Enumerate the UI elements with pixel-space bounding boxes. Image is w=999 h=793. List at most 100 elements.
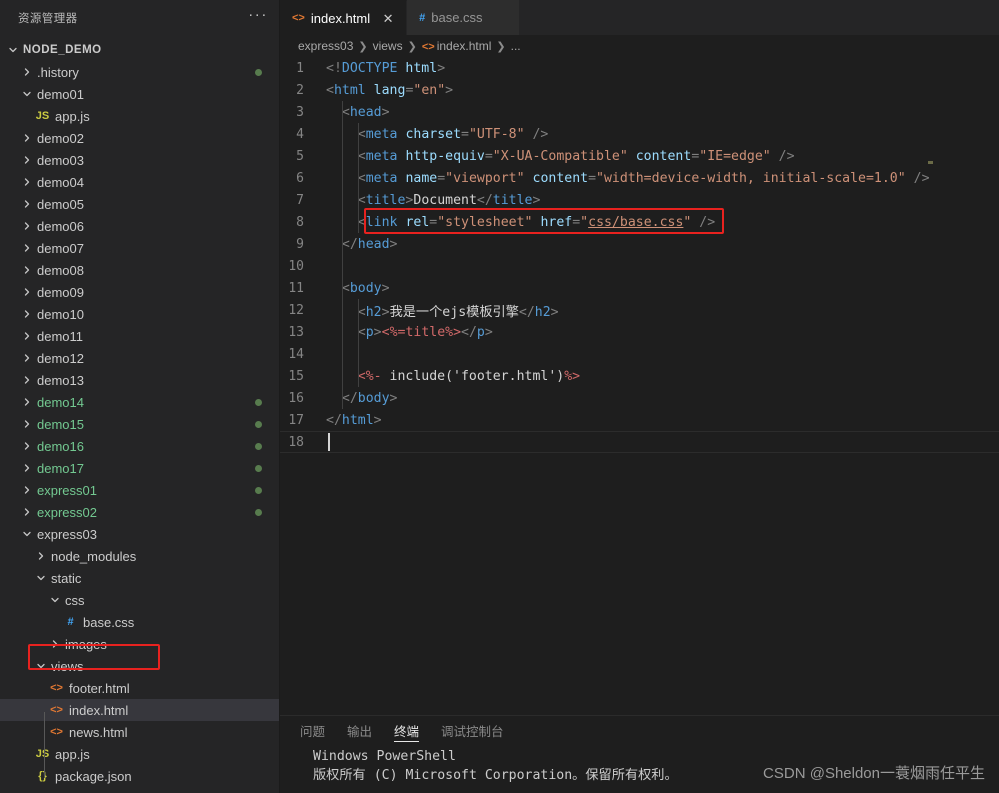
code-line-5[interactable]: 5 <meta http-equiv="X-UA-Compatible" con…	[280, 145, 999, 167]
tree-item-package-json[interactable]: {} package.json	[0, 765, 280, 787]
code-line-18[interactable]: 18	[280, 431, 999, 453]
chevron-right-icon[interactable]	[20, 149, 33, 171]
tree-item-demo09[interactable]: demo09	[0, 281, 280, 303]
chevron-right-icon[interactable]	[20, 215, 33, 237]
code-line-3[interactable]: 3 <head>	[280, 101, 999, 123]
chevron-right-icon[interactable]	[20, 369, 33, 391]
code-line-10[interactable]: 10	[280, 255, 999, 277]
chevron-right-icon[interactable]	[20, 171, 33, 193]
tree-item-static[interactable]: static	[0, 567, 280, 589]
code-line-8[interactable]: 8 <link rel="stylesheet" href="css/base.…	[280, 211, 999, 233]
tree-item-demo06[interactable]: demo06	[0, 215, 280, 237]
chevron-right-icon[interactable]	[20, 281, 33, 303]
code-token: include('footer.html')	[381, 368, 565, 384]
chevron-right-icon[interactable]	[20, 237, 33, 259]
tree-root-node-demo[interactable]: NODE_DEMO	[0, 39, 280, 61]
tree-item-demo12[interactable]: demo12	[0, 347, 280, 369]
tree-item-demo16[interactable]: demo16	[0, 435, 280, 457]
tree-item-demo13[interactable]: demo13	[0, 369, 280, 391]
breadcrumb-item----[interactable]: ...	[511, 39, 521, 53]
code-line-9[interactable]: 9 </head>	[280, 233, 999, 255]
code-line-1[interactable]: 1 <!DOCTYPE html>	[280, 57, 999, 79]
editor-tab-index-html[interactable]: <> index.html ✕	[280, 0, 408, 35]
code-line-2[interactable]: 2 <html lang="en">	[280, 79, 999, 101]
tree-item-node_modules[interactable]: node_modules	[0, 545, 280, 567]
tree-item-css[interactable]: css	[0, 589, 280, 611]
tree-item-demo17[interactable]: demo17	[0, 457, 280, 479]
tree-item-app-js[interactable]: JS app.js	[0, 105, 280, 127]
code-line-15[interactable]: 15 <%- include('footer.html')%>	[280, 365, 999, 387]
tree-item-express01[interactable]: express01	[0, 479, 280, 501]
chevron-right-icon[interactable]	[20, 501, 33, 523]
tree-item-index-html[interactable]: <> index.html	[0, 699, 280, 721]
panel-tab-终端[interactable]: 终端	[394, 716, 420, 745]
tree-item-demo02[interactable]: demo02	[0, 127, 280, 149]
tree-item-news-html[interactable]: <> news.html	[0, 721, 280, 743]
chevron-right-icon[interactable]	[20, 391, 33, 413]
chevron-right-icon[interactable]	[34, 545, 47, 567]
tree-item-demo08[interactable]: demo08	[0, 259, 280, 281]
code-line-16[interactable]: 16 </body>	[280, 387, 999, 409]
more-actions-icon[interactable]: ···	[248, 7, 268, 24]
code-line-11[interactable]: 11 <body>	[280, 277, 999, 299]
tree-item-demo03[interactable]: demo03	[0, 149, 280, 171]
chevron-right-icon[interactable]	[20, 61, 33, 83]
panel-tab-问题[interactable]: 问题	[300, 716, 325, 745]
chevron-right-icon[interactable]	[20, 347, 33, 369]
chevron-down-icon[interactable]	[48, 589, 61, 611]
chevron-right-icon[interactable]	[20, 457, 33, 479]
tree-item-demo04[interactable]: demo04	[0, 171, 280, 193]
tree-item-demo15[interactable]: demo15	[0, 413, 280, 435]
tree-item-demo05[interactable]: demo05	[0, 193, 280, 215]
code-line-4[interactable]: 4 <meta charset="UTF-8" />	[280, 123, 999, 145]
tree-item-label: node_modules	[51, 548, 137, 564]
chevron-right-icon[interactable]	[20, 127, 33, 149]
close-icon[interactable]: ✕	[380, 10, 396, 26]
tree-item-footer-html[interactable]: <> footer.html	[0, 677, 280, 699]
tree-item-demo14[interactable]: demo14	[0, 391, 280, 413]
tree-item-demo07[interactable]: demo07	[0, 237, 280, 259]
chevron-right-icon[interactable]	[20, 479, 33, 501]
chevron-right-icon[interactable]	[20, 193, 33, 215]
tree-item-app-js[interactable]: JS app.js	[0, 743, 280, 765]
tree-item-express02[interactable]: express02	[0, 501, 280, 523]
chevron-down-icon[interactable]	[6, 39, 19, 61]
code-token: html	[333, 82, 366, 98]
tree-root-label: NODE_DEMO	[23, 44, 102, 56]
chevron-right-icon[interactable]	[20, 325, 33, 347]
code-line-13[interactable]: 13 <p><%=title%></p>	[280, 321, 999, 343]
code-line-6[interactable]: 6 <meta name="viewport" content="width=d…	[280, 167, 999, 189]
code-line-17[interactable]: 17 </html>	[280, 409, 999, 431]
chevron-right-icon[interactable]	[20, 259, 33, 281]
chevron-down-icon[interactable]	[20, 83, 33, 105]
tree-item-label: demo04	[37, 174, 84, 190]
chevron-down-icon[interactable]	[34, 567, 47, 589]
tree-item-demo11[interactable]: demo11	[0, 325, 280, 347]
code-token: >	[381, 304, 390, 320]
chevron-right-icon[interactable]	[20, 413, 33, 435]
code-token: >	[550, 304, 559, 320]
tree-item-views[interactable]: views	[0, 655, 280, 677]
code-line-7[interactable]: 7 <title>Document</title>	[280, 189, 999, 211]
tree-item-demo10[interactable]: demo10	[0, 303, 280, 325]
tree-item-images[interactable]: images	[0, 633, 280, 655]
terminal-output[interactable]: Windows PowerShell 版权所有 (C) Microsoft Cor…	[280, 745, 999, 785]
code-line-12[interactable]: 12 <h2>我是一个ejs模板引擎</h2>	[280, 299, 999, 321]
code-line-14[interactable]: 14	[280, 343, 999, 365]
panel-tab-调试控制台[interactable]: 调试控制台	[441, 716, 504, 745]
panel-tab-输出[interactable]: 输出	[347, 716, 372, 745]
code-editor[interactable]: 1 <!DOCTYPE html> 2 <html lang="en"> 3 <head…	[280, 57, 999, 715]
breadcrumb-item-views[interactable]: views	[373, 39, 403, 53]
breadcrumb-item-express03[interactable]: express03	[298, 39, 353, 53]
tree-item-base-css[interactable]: # base.css	[0, 611, 280, 633]
chevron-down-icon[interactable]	[20, 523, 33, 545]
chevron-down-icon[interactable]	[34, 655, 47, 677]
chevron-right-icon[interactable]	[20, 303, 33, 325]
chevron-right-icon[interactable]	[48, 633, 61, 655]
tree-item--history[interactable]: .history	[0, 61, 280, 83]
breadcrumb-item-index-html[interactable]: <> index.html	[422, 39, 492, 53]
editor-tab-base-css[interactable]: # base.css	[407, 0, 520, 35]
chevron-right-icon[interactable]	[20, 435, 33, 457]
tree-item-demo01[interactable]: demo01	[0, 83, 280, 105]
tree-item-express03[interactable]: express03	[0, 523, 280, 545]
